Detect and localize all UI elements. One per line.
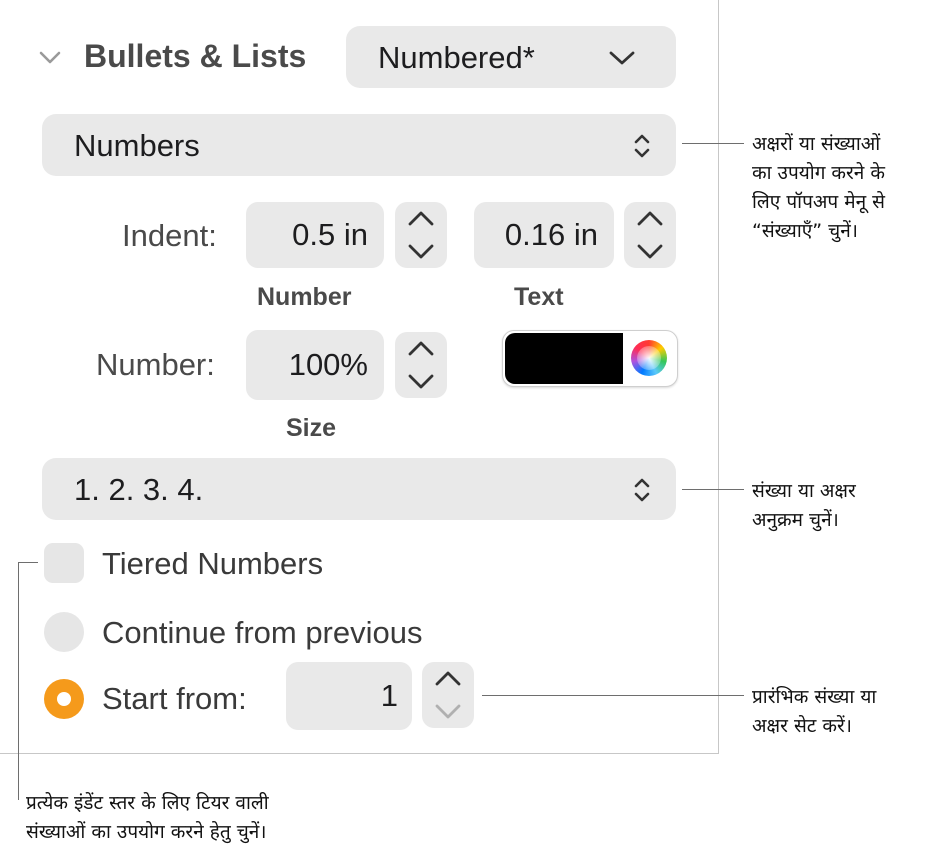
tiered-numbers-checkbox[interactable] <box>44 543 84 583</box>
tiered-numbers-label: Tiered Numbers <box>102 546 324 581</box>
callout-line: प्रारंभिक संख्या या <box>752 686 877 708</box>
callout-line-sequence <box>682 489 744 490</box>
number-color-well[interactable] <box>502 330 678 387</box>
number-size-value: 100% <box>288 347 368 382</box>
stepper-up-icon[interactable] <box>624 202 676 235</box>
callout-line: का उपयोग करने के <box>752 162 885 184</box>
stepper-down-icon[interactable] <box>395 365 447 398</box>
preset-value: Numbered* <box>378 40 535 75</box>
number-size-field[interactable]: 100% <box>246 330 384 400</box>
color-wheel-icon[interactable] <box>631 340 667 376</box>
callout-line: अक्षर सेट करें। <box>752 715 852 737</box>
callout-line: संख्याओं का उपयोग करने हेतु चुनें। <box>26 821 267 843</box>
callout-line-tiered-v <box>18 562 19 800</box>
number-size-label: Number: <box>96 347 215 382</box>
callout-line: लिए पॉपअप मेनू से <box>752 191 885 213</box>
indent-text-value: 0.16 in <box>504 217 598 252</box>
callout-list-type: अक्षरों या संख्याओं का उपयोग करने के लिए… <box>752 130 885 246</box>
indent-number-caption: Number <box>257 283 352 311</box>
sequence-value: 1. 2. 3. 4. <box>74 472 204 507</box>
callout-line-tiered-h <box>18 562 38 563</box>
number-size-stepper[interactable] <box>395 332 447 398</box>
stepper-up-icon[interactable] <box>422 662 474 695</box>
start-from-radio[interactable] <box>44 679 84 719</box>
start-from-stepper[interactable] <box>422 662 474 728</box>
continue-from-previous-label: Continue from previous <box>102 615 423 650</box>
indent-text-stepper[interactable] <box>624 202 676 268</box>
indent-number-field[interactable]: 0.5 in <box>246 202 384 268</box>
callout-line: “संख्याएँ” चुनें। <box>752 220 858 242</box>
stepper-down-icon[interactable] <box>422 695 474 728</box>
preset-popup[interactable]: Numbered* <box>346 26 676 88</box>
indent-number-stepper[interactable] <box>395 202 447 268</box>
indent-label: Indent: <box>122 218 217 253</box>
list-type-popup[interactable]: Numbers <box>42 114 676 176</box>
indent-text-caption: Text <box>514 283 564 311</box>
updown-chevron-icon <box>634 478 650 502</box>
indent-text-field[interactable]: 0.16 in <box>474 202 614 268</box>
stepper-down-icon[interactable] <box>395 235 447 268</box>
callout-sequence: संख्या या अक्षर अनुक्रम चुनें। <box>752 477 856 535</box>
start-from-label: Start from: <box>102 681 247 716</box>
callout-line: अक्षरों या संख्याओं <box>752 133 881 155</box>
inspector-panel: Bullets & Lists Numbered* Numbers Indent… <box>0 0 719 754</box>
updown-chevron-icon <box>634 134 650 158</box>
callout-line: प्रत्येक इंडेंट स्तर के लिए टियर वाली <box>26 792 269 814</box>
stepper-down-icon[interactable] <box>624 235 676 268</box>
stepper-up-icon[interactable] <box>395 332 447 365</box>
continue-from-previous-radio[interactable] <box>44 612 84 652</box>
chevron-down-icon <box>609 51 635 65</box>
sequence-popup[interactable]: 1. 2. 3. 4. <box>42 458 676 520</box>
callout-line: अनुक्रम चुनें। <box>752 509 839 531</box>
start-from-value: 1 <box>380 678 398 713</box>
disclosure-chevron-icon[interactable] <box>38 50 62 66</box>
callout-start: प्रारंभिक संख्या या अक्षर सेट करें। <box>752 683 876 741</box>
start-from-field[interactable]: 1 <box>286 662 412 730</box>
callout-line: संख्या या अक्षर <box>752 480 856 502</box>
indent-number-value: 0.5 in <box>292 217 368 252</box>
callout-line-list-type <box>682 143 744 144</box>
radio-dot <box>57 692 71 706</box>
stepper-up-icon[interactable] <box>395 202 447 235</box>
callout-line-start <box>482 695 744 696</box>
color-swatch[interactable] <box>505 333 623 384</box>
list-type-value: Numbers <box>74 128 200 163</box>
callout-tiered: प्रत्येक इंडेंट स्तर के लिए टियर वाली सं… <box>26 789 269 847</box>
number-size-caption: Size <box>286 414 337 442</box>
section-title: Bullets & Lists <box>84 38 307 74</box>
